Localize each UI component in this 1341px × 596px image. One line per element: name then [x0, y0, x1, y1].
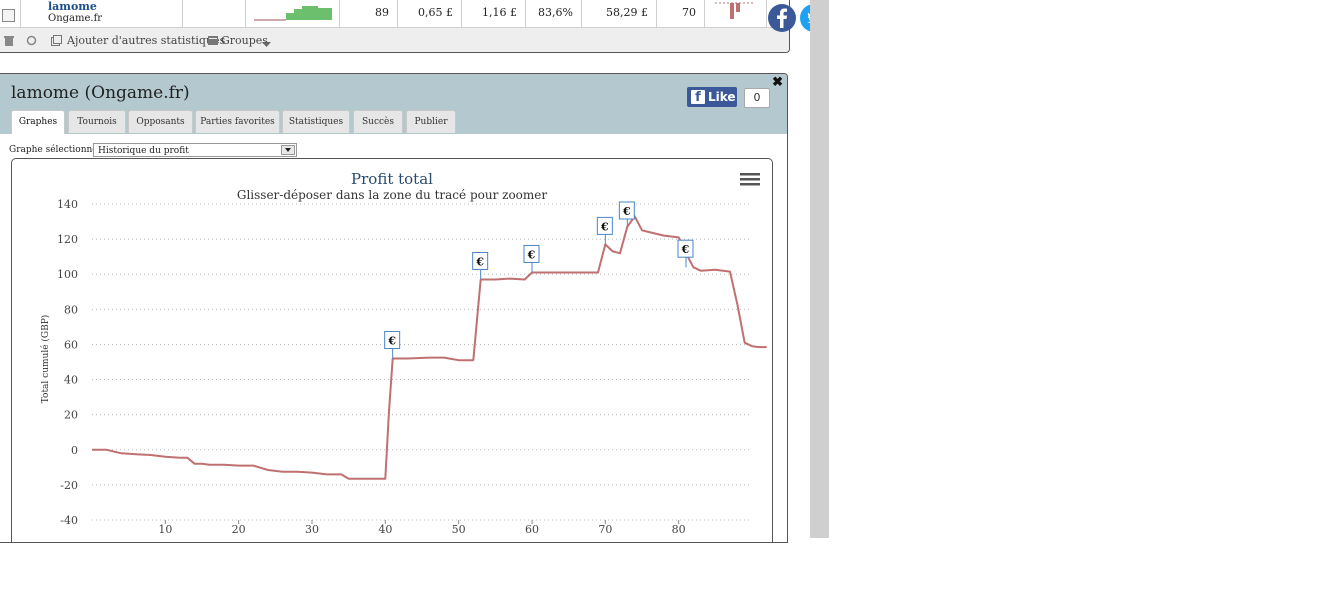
tab-publier[interactable]: Publier	[406, 110, 456, 133]
like-label: Like	[708, 90, 736, 104]
profit-chart[interactable]: -40 -20 0 20 40 60 80 100 120 140 10 20 30 40 50 60 70 8…	[12, 159, 772, 543]
row-checkbox[interactable]	[2, 9, 15, 22]
chevron-down-icon[interactable]	[281, 145, 295, 155]
y-tick-label: 40	[64, 374, 78, 387]
table-cell: 70	[657, 0, 705, 27]
chart-subtitle: Glisser-déposer dans la zone du tracé po…	[237, 188, 548, 202]
y-tick-label: 100	[57, 268, 78, 281]
x-tick-label: 20	[232, 523, 246, 536]
sparkline-chart	[254, 6, 332, 21]
chart-title: Profit total	[351, 170, 433, 188]
player-panel: lamome (Ongame.fr) ✖ f Like 0 Graphes To…	[0, 73, 788, 543]
chart-container: -40 -20 0 20 40 60 80 100 120 140 10 20 30 40 50 60 70 8…	[11, 158, 773, 543]
y-tick-label: -40	[60, 514, 78, 527]
row-select-cell	[0, 0, 21, 27]
flag-label: €	[600, 220, 609, 233]
euro-flag-marker[interactable]: €	[618, 201, 635, 227]
groups-dropdown[interactable]: Groupes	[221, 35, 268, 47]
table-row[interactable]: lamome Ongame.fr 89 0,65 £ 1,16 £ 83,6% …	[0, 0, 789, 28]
sparkline-cell	[246, 0, 340, 27]
table-cell: 0,65 £	[398, 0, 462, 27]
euro-flag-marker[interactable]: €	[596, 216, 613, 245]
x-tick-label: 10	[158, 523, 172, 536]
flag-label: €	[622, 205, 631, 218]
table-cell: 89	[340, 0, 398, 27]
graph-select-label: Graphe sélectionné :	[9, 145, 104, 155]
chevron-down-icon[interactable]	[262, 39, 271, 51]
menu-icon[interactable]	[740, 173, 760, 186]
stats-table: lamome Ongame.fr 89 0,65 £ 1,16 £ 83,6% …	[0, 0, 790, 53]
refresh-icon[interactable]	[26, 35, 37, 49]
page-scrollbar[interactable]	[810, 0, 829, 538]
euro-flag-marker[interactable]: €	[384, 330, 401, 359]
y-tick-label: 80	[64, 303, 78, 316]
tab-succes[interactable]: Succès	[353, 110, 403, 133]
profit-line[interactable]	[92, 215, 767, 480]
player-network: Ongame.fr	[48, 13, 103, 24]
flag-label: €	[681, 243, 690, 256]
x-tick-label: 60	[525, 523, 539, 536]
facebook-like-button[interactable]: f Like	[687, 87, 737, 107]
tab-opposants[interactable]: Opposants	[128, 110, 193, 133]
panel-header: lamome (Ongame.fr) ✖ f Like 0 Graphes To…	[0, 74, 787, 134]
table-toolbar: Ajouter d'autres statistiques Groupes	[0, 28, 789, 52]
player-cell: lamome Ongame.fr	[21, 0, 183, 27]
table-cell: 58,29 £	[582, 0, 657, 27]
close-icon[interactable]: ✖	[772, 75, 783, 90]
x-tick-label: 30	[305, 523, 319, 536]
player-name-link[interactable]: lamome	[48, 0, 97, 13]
groups-icon[interactable]	[208, 35, 218, 49]
y-tick-label: 60	[64, 338, 78, 351]
euro-flag-marker[interactable]: €	[472, 251, 489, 280]
tab-parties-favorites[interactable]: Parties favorites	[195, 110, 280, 133]
chart-series	[92, 215, 767, 480]
like-count: 0	[744, 88, 770, 108]
add-columns-icon[interactable]	[51, 35, 62, 49]
y-axis-label: Total cumulé (GBP)	[40, 315, 51, 404]
tab-statistiques[interactable]: Statistiques	[282, 110, 350, 133]
y-tick-label: 140	[57, 198, 78, 211]
x-axis-ticks: 10 20 30 40 50 60 70 80	[158, 520, 686, 536]
tab-tournois[interactable]: Tournois	[68, 110, 126, 133]
panel-title: lamome (Ongame.fr)	[11, 83, 190, 103]
trash-icon[interactable]	[4, 35, 14, 49]
x-tick-label: 70	[598, 523, 612, 536]
flag-label: €	[475, 255, 484, 268]
table-cell: 83,6%	[526, 0, 582, 27]
flag-label: €	[527, 248, 536, 261]
tab-graphes[interactable]: Graphes	[11, 110, 65, 134]
chart-grid	[92, 203, 752, 521]
bar-mini-cell	[705, 0, 767, 27]
graph-select[interactable]: Historique du profit	[93, 143, 297, 157]
chart-flags: € € € € € €	[384, 201, 694, 359]
y-tick-label: -20	[60, 479, 78, 492]
x-tick-label: 40	[378, 523, 392, 536]
y-axis-ticks: -40 -20 0 20 40 60 80 100 120 140	[57, 198, 78, 527]
graph-select-value: Historique du profit	[98, 146, 189, 156]
y-tick-label: 0	[71, 444, 78, 457]
facebook-icon[interactable]	[768, 4, 796, 32]
empty-cell	[183, 0, 246, 27]
mini-bar-chart	[715, 2, 755, 19]
flag-label: €	[387, 334, 396, 347]
add-stats-button[interactable]: Ajouter d'autres statistiques	[67, 35, 225, 47]
y-tick-label: 120	[57, 233, 78, 246]
table-cell: 1,16 £	[462, 0, 526, 27]
x-tick-label: 80	[672, 523, 686, 536]
y-tick-label: 20	[64, 409, 78, 422]
facebook-f-icon: f	[691, 90, 705, 105]
x-tick-label: 50	[452, 523, 466, 536]
euro-flag-marker[interactable]: €	[523, 244, 540, 273]
